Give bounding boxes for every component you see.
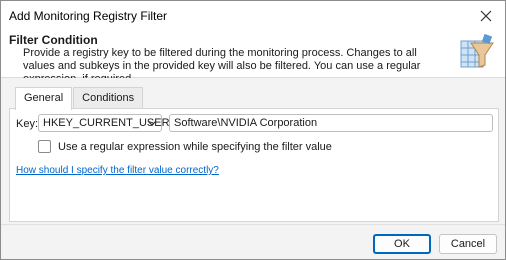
key-path-input[interactable]: Software\NVIDIA Corporation [169, 114, 493, 132]
key-label: Key: [16, 118, 39, 130]
title-bar: Add Monitoring Registry Filter [1, 1, 505, 31]
dialog-footer: OK Cancel [1, 224, 505, 259]
ok-button[interactable]: OK [373, 234, 431, 254]
dialog-window: Add Monitoring Registry Filter Filter Co… [0, 0, 506, 260]
general-tab-panel: Key: HKEY_CURRENT_USER Software\NVIDIA C… [9, 108, 499, 222]
registry-hive-select[interactable]: HKEY_CURRENT_USER [38, 114, 170, 132]
section-title: Filter Condition [9, 33, 98, 47]
dialog-body: General Conditions Key: HKEY_CURRENT_USE… [1, 78, 505, 224]
tab-strip: General Conditions [15, 87, 144, 110]
regex-option: Use a regular expression while specifyin… [38, 140, 332, 153]
registry-filter-icon [460, 33, 494, 68]
chevron-down-icon [147, 120, 157, 126]
regex-checkbox-label: Use a regular expression while specifyin… [58, 140, 332, 153]
close-icon [480, 10, 492, 22]
help-link[interactable]: How should I specify the filter value co… [16, 165, 219, 176]
tab-general[interactable]: General [15, 87, 73, 110]
regex-checkbox[interactable] [38, 140, 51, 153]
tab-conditions[interactable]: Conditions [73, 87, 144, 108]
window-title: Add Monitoring Registry Filter [9, 9, 168, 23]
header-section: Filter Condition Provide a registry key … [1, 31, 505, 85]
cancel-button[interactable]: Cancel [439, 234, 497, 254]
close-button[interactable] [475, 6, 497, 26]
